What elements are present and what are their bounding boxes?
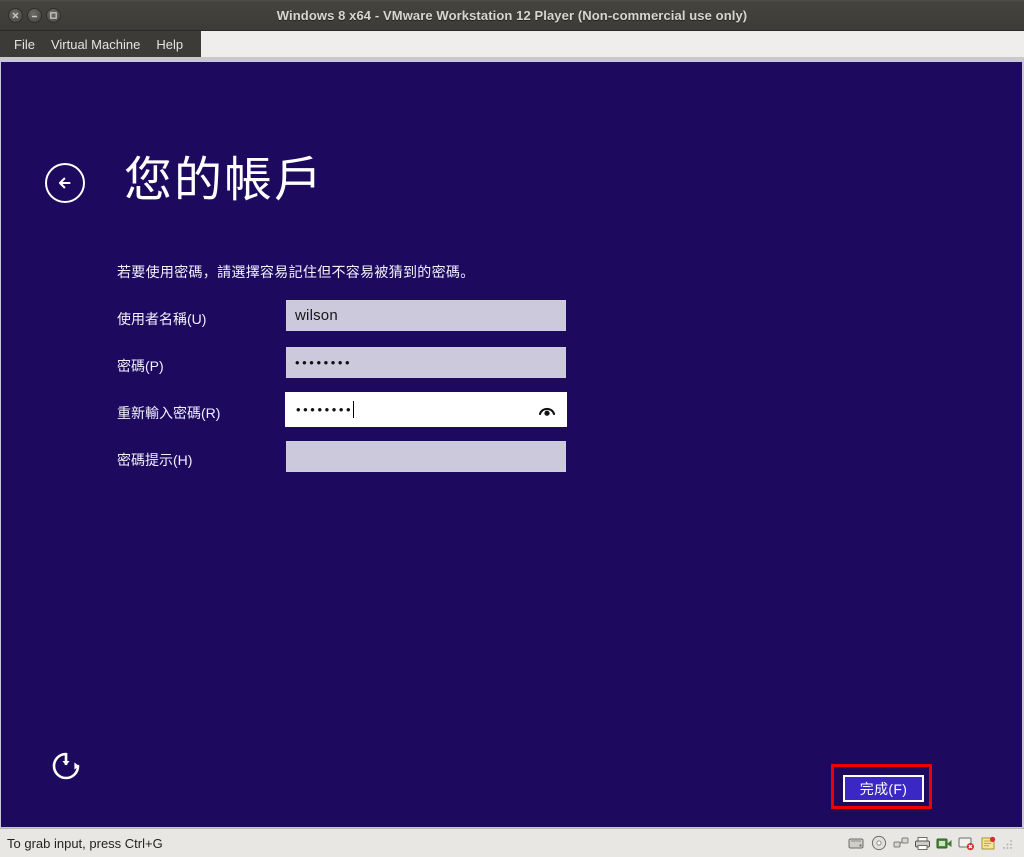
vm-display[interactable]: 您的帳戶 若要使用密碼，請選擇容易記住但不容易被猜到的密碼。 使用者名稱(U) … [1, 62, 1022, 827]
maximize-icon [49, 11, 58, 20]
username-input[interactable]: wilson [286, 300, 566, 331]
username-value: wilson [295, 307, 338, 324]
password-hint-label: 密碼提示(H) [117, 450, 192, 470]
password-label: 密碼(P) [117, 356, 164, 376]
hard-disk-icon[interactable] [848, 835, 865, 852]
usb-device-icon[interactable] [936, 835, 953, 852]
status-bar: To grab input, press Ctrl+G [0, 828, 1024, 857]
text-caret [353, 401, 354, 418]
close-icon [11, 11, 20, 20]
back-button[interactable] [45, 163, 85, 203]
menu-bar: File Virtual Machine Help [0, 31, 1024, 57]
page-subtitle: 若要使用密碼，請選擇容易記住但不容易被猜到的密碼。 [117, 262, 475, 282]
finish-button-area: 完成(F) [843, 775, 924, 802]
back-arrow-icon [54, 172, 76, 194]
printer-icon[interactable] [914, 835, 931, 852]
network-adapter-icon[interactable] [892, 835, 909, 852]
confirm-password-input[interactable]: •••••••• [286, 393, 566, 426]
shared-folder-icon[interactable] [980, 835, 997, 852]
form-row-password: 密碼(P) •••••••• [117, 347, 637, 394]
maximize-button[interactable] [46, 8, 61, 23]
vmware-player-window: Windows 8 x64 - VMware Workstation 12 Pl… [0, 0, 1024, 857]
finish-button[interactable]: 完成(F) [843, 775, 924, 802]
form-row-confirm-password: 重新輸入密碼(R) •••••••• [117, 394, 637, 441]
resize-grip-icon[interactable] [1002, 837, 1014, 849]
title-bar: Windows 8 x64 - VMware Workstation 12 Pl… [0, 0, 1024, 31]
vm-display-frame: 您的帳戶 若要使用密碼，請選擇容易記住但不容易被猜到的密碼。 使用者名稱(U) … [0, 57, 1024, 828]
window-title: Windows 8 x64 - VMware Workstation 12 Pl… [0, 8, 1024, 23]
minimize-button[interactable] [27, 8, 42, 23]
reveal-password-button[interactable] [536, 402, 558, 418]
page-title: 您的帳戶 [124, 157, 324, 205]
network-disconnected-icon[interactable] [958, 835, 975, 852]
close-button[interactable] [8, 8, 23, 23]
confirm-password-label: 重新輸入密碼(R) [117, 403, 220, 423]
minimize-icon [30, 11, 39, 20]
status-message: To grab input, press Ctrl+G [7, 836, 163, 851]
confirm-password-value: •••••••• [296, 402, 353, 417]
password-value: •••••••• [295, 355, 352, 370]
form-row-password-hint: 密碼提示(H) [117, 441, 637, 488]
cd-dvd-icon[interactable] [870, 835, 887, 852]
menu-item-virtual-machine[interactable]: Virtual Machine [43, 34, 148, 55]
eye-icon [537, 403, 557, 417]
account-form: 使用者名稱(U) wilson 密碼(P) •••••••• 重新輸入密碼(R)… [117, 300, 637, 488]
status-bar-icons [848, 835, 1024, 852]
menu-item-help[interactable]: Help [148, 34, 191, 55]
ease-of-access-icon [49, 749, 83, 783]
menu-item-file[interactable]: File [6, 34, 43, 55]
page-header: 您的帳戶 [45, 157, 324, 205]
form-row-username: 使用者名稱(U) wilson [117, 300, 637, 347]
ease-of-access-button[interactable] [49, 749, 83, 783]
window-controls [8, 8, 61, 23]
password-hint-input[interactable] [286, 441, 566, 472]
username-label: 使用者名稱(U) [117, 309, 206, 329]
password-input[interactable]: •••••••• [286, 347, 566, 378]
